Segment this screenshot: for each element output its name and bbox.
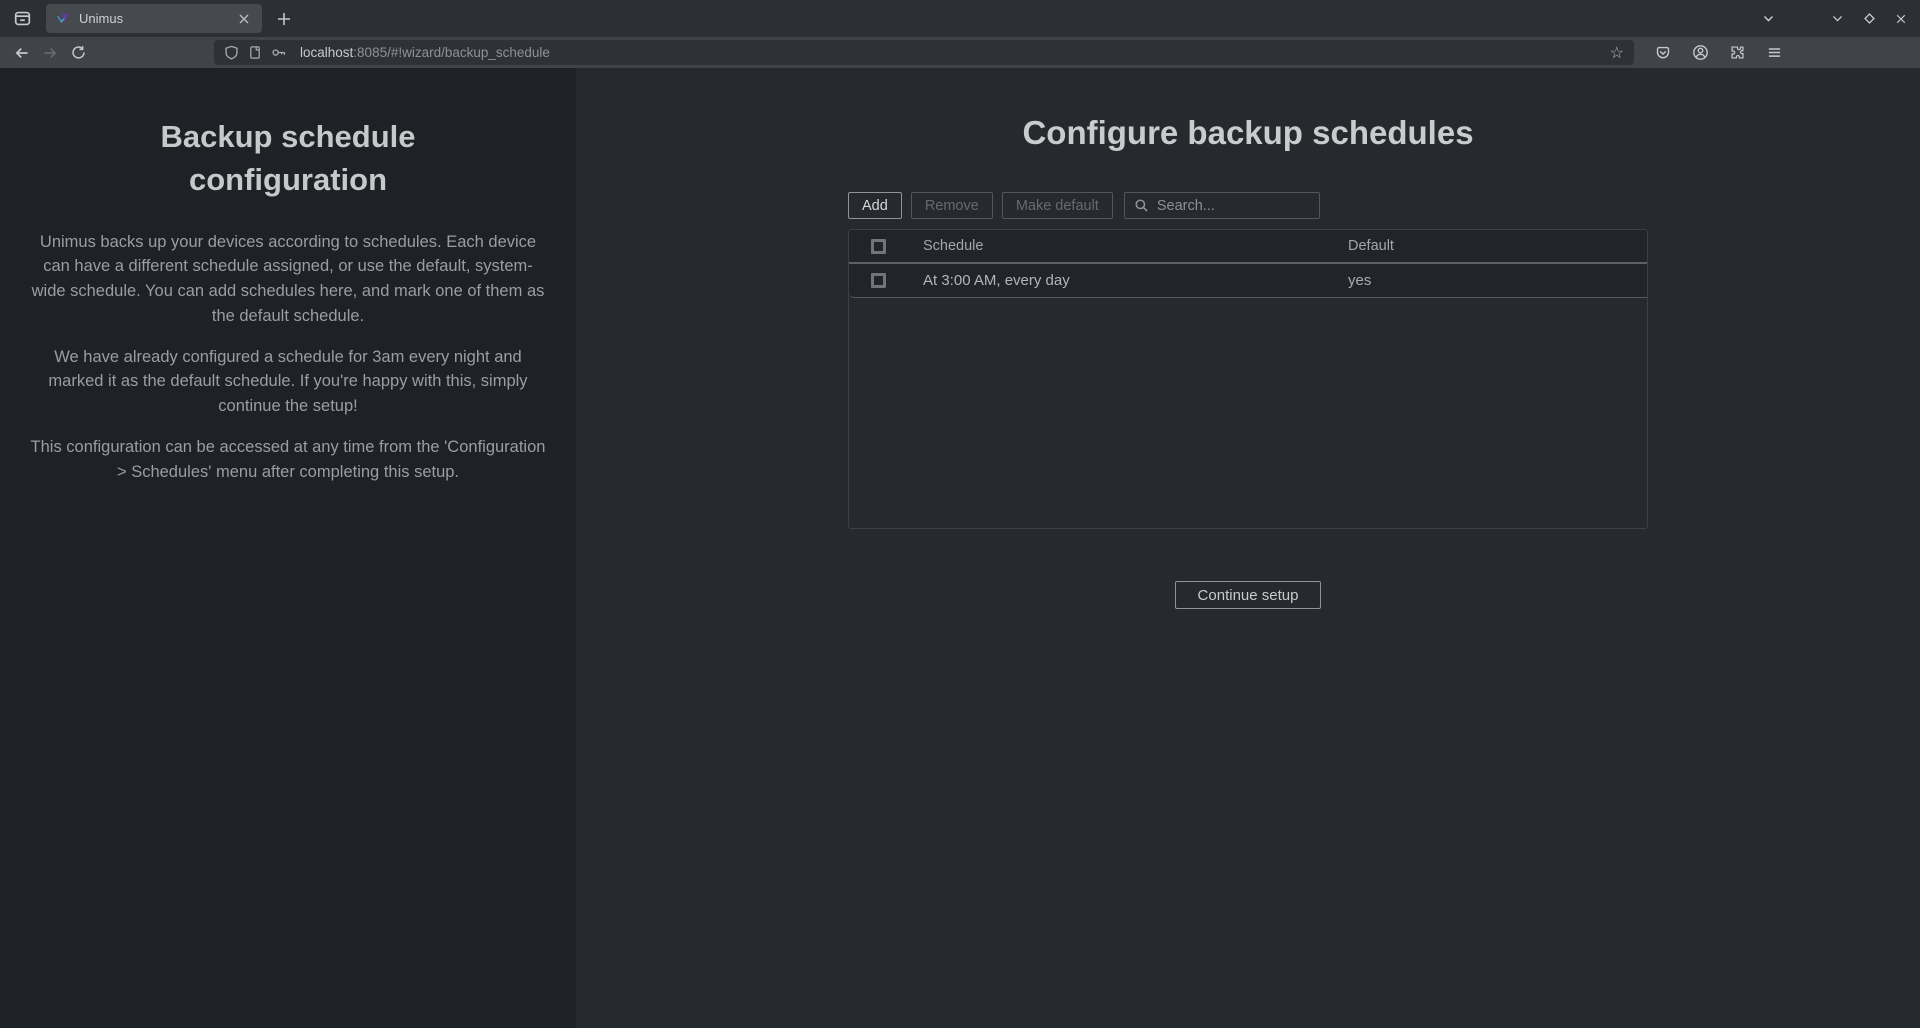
sidebar-description: Unimus backs up your devices according t… [28, 230, 548, 485]
window-maximize-button[interactable] [1858, 8, 1880, 30]
make-default-button[interactable]: Make default [1002, 192, 1113, 219]
browser-navbar: localhost:8085/#!wizard/backup_schedule … [0, 37, 1920, 68]
continue-wrap: Continue setup [848, 581, 1648, 609]
shield-icon[interactable] [224, 45, 239, 60]
browser-tab-unimus[interactable]: Unimus [46, 4, 262, 33]
search-icon [1134, 198, 1149, 213]
url-host: localhost [300, 45, 353, 60]
search-box[interactable] [1124, 192, 1320, 219]
remove-button[interactable]: Remove [911, 192, 993, 219]
sidebar-paragraph: We have already configured a schedule fo… [28, 345, 548, 419]
sidebar-title: Backup schedule configuration [78, 116, 498, 202]
back-button[interactable] [8, 40, 36, 66]
firefox-view-icon [14, 10, 31, 27]
search-input[interactable] [1157, 198, 1310, 214]
row-select-checkbox[interactable] [871, 273, 886, 288]
page-content: Backup schedule configuration Unimus bac… [0, 68, 1920, 1028]
schedules-toolbar: Add Remove Make default [848, 192, 1648, 219]
continue-setup-button[interactable]: Continue setup [1175, 581, 1321, 609]
column-header-default: Default [1348, 238, 1647, 254]
chevron-down-icon [1762, 12, 1775, 25]
browser-tab-strip: Unimus [0, 0, 1920, 37]
extensions-puzzle-button[interactable] [1722, 39, 1752, 67]
reload-button[interactable] [64, 40, 92, 66]
sidebar-paragraph: This configuration can be accessed at an… [28, 435, 548, 485]
window-minimize-button[interactable] [1826, 8, 1848, 30]
list-all-tabs-button[interactable] [1754, 5, 1782, 33]
forward-button[interactable] [36, 40, 64, 66]
cell-default: yes [1348, 272, 1647, 289]
page-info-icon[interactable] [248, 45, 262, 60]
url-bar[interactable]: localhost:8085/#!wizard/backup_schedule … [214, 40, 1634, 65]
page-title: Configure backup schedules [576, 114, 1920, 152]
menu-hamburger-button[interactable] [1759, 39, 1789, 67]
table-row[interactable]: At 3:00 AM, every day yes [849, 264, 1647, 298]
tab-close-icon[interactable] [235, 10, 253, 28]
sidebar-paragraph: Unimus backs up your devices according t… [28, 230, 548, 329]
url-text: localhost:8085/#!wizard/backup_schedule [300, 45, 1601, 60]
wizard-main-panel: Configure backup schedules Add Remove Ma… [576, 68, 1920, 1028]
schedules-table: Schedule Default At 3:00 AM, every day y… [848, 229, 1648, 529]
cell-schedule: At 3:00 AM, every day [923, 272, 1348, 289]
saved-login-key-icon[interactable] [271, 45, 287, 60]
tab-title: Unimus [79, 11, 235, 26]
navbar-right-buttons [1648, 39, 1789, 67]
account-button[interactable] [1685, 39, 1715, 67]
new-tab-button[interactable] [270, 5, 298, 33]
firefox-view-button[interactable] [8, 5, 36, 33]
window-controls [1826, 8, 1912, 30]
column-header-schedule: Schedule [923, 238, 1348, 254]
schedules-workarea: Add Remove Make default Schedule [848, 192, 1648, 609]
select-all-checkbox[interactable] [871, 239, 886, 254]
add-button[interactable]: Add [848, 192, 902, 219]
bookmark-star-icon[interactable]: ☆ [1610, 43, 1624, 63]
window-close-button[interactable] [1890, 8, 1912, 30]
table-header-row: Schedule Default [849, 230, 1647, 264]
unimus-favicon [55, 11, 71, 27]
pocket-button[interactable] [1648, 39, 1678, 67]
url-path: :8085/#!wizard/backup_schedule [353, 45, 550, 60]
wizard-sidebar: Backup schedule configuration Unimus bac… [0, 68, 576, 1028]
